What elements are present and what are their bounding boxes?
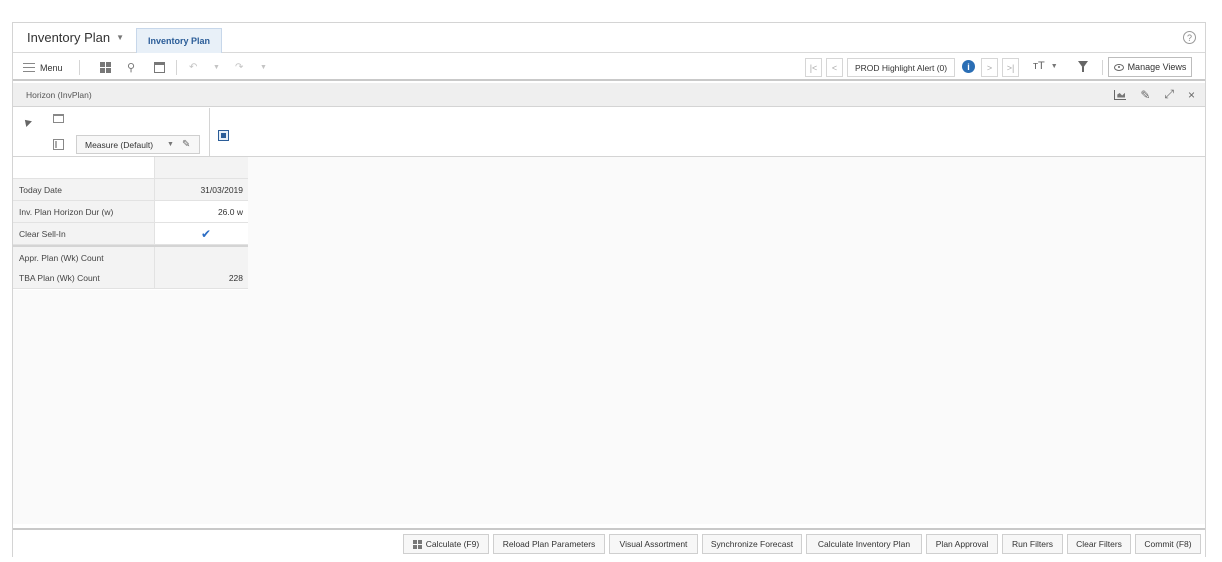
expand-icon[interactable]: ⤢ xyxy=(1164,87,1174,102)
undo-button[interactable]: ↶ xyxy=(189,59,197,76)
first-alert-button[interactable]: |< xyxy=(805,58,822,77)
row-label: Appr. Plan (Wk) Count xyxy=(13,247,155,269)
row-label: Inv. Plan Horizon Dur (w) xyxy=(13,201,155,223)
content-empty-area xyxy=(248,157,1205,524)
edit-pencil-icon[interactable]: ✎ xyxy=(1140,88,1150,102)
synchronize-forecast-button[interactable]: Synchronize Forecast xyxy=(702,534,802,554)
caret-down-icon: ▼ xyxy=(213,64,220,71)
next-alert-button[interactable]: > xyxy=(981,58,998,77)
caret-down-icon: ▼ xyxy=(260,64,267,71)
filter-icon[interactable] xyxy=(1078,61,1088,72)
cell-value[interactable]: 26.0 w xyxy=(155,201,248,223)
window-icon xyxy=(153,62,165,73)
pivot-header: Measure (Default) ▼ ✎ xyxy=(13,108,1205,157)
search-icon: ⚲ xyxy=(126,62,136,74)
data-grid: Today Date 31/03/2019 Inv. Plan Horizon … xyxy=(13,157,248,289)
content-empty-area-left xyxy=(13,290,248,524)
last-page-icon: >| xyxy=(1006,62,1015,73)
row-label: TBA Plan (Wk) Count xyxy=(13,267,155,289)
redo-button[interactable]: ↷ xyxy=(235,59,243,76)
caret-down-icon[interactable]: ▼ xyxy=(167,141,174,148)
calculate-icon xyxy=(412,539,422,549)
manage-views-label: Manage Views xyxy=(1127,62,1187,72)
undo-dropdown[interactable]: ▼ xyxy=(213,59,220,76)
toolbar: Menu ⚲ ↶ ▼ ↷ ▼ |< < PROD Highlight Alert… xyxy=(13,54,1205,81)
measure-dimension-tile[interactable]: Measure (Default) ▼ ✎ xyxy=(76,135,200,154)
toolbar-divider xyxy=(176,60,177,75)
prev-alert-button[interactable]: < xyxy=(826,58,843,77)
checkmark-icon: ✔ xyxy=(200,226,211,241)
cell-value: 228 xyxy=(155,267,248,289)
title-row: Inventory Plan ▼ Inventory Plan ? xyxy=(13,23,1205,53)
toolbar-divider xyxy=(79,60,80,75)
panel-header: Horizon (InvPlan) ✎ ⤢ × xyxy=(13,83,1205,107)
search-button[interactable]: ⚲ xyxy=(123,59,139,76)
first-page-icon: |< xyxy=(809,62,818,73)
text-size-icon: ᴛT xyxy=(1033,60,1045,72)
chart-icon[interactable] xyxy=(1114,89,1127,100)
tab-inventory-plan[interactable]: Inventory Plan xyxy=(136,28,222,53)
calculate-label: Calculate (F9) xyxy=(425,539,480,549)
window-button[interactable] xyxy=(151,59,167,76)
layout-grid-button[interactable] xyxy=(97,59,113,76)
edit-pencil-icon[interactable]: ✎ xyxy=(182,139,190,150)
cell-value: 31/03/2019 xyxy=(155,179,248,201)
table-row: Inv. Plan Horizon Dur (w) 26.0 w xyxy=(13,201,248,223)
measure-tile-label: Measure (Default) xyxy=(85,139,154,150)
grid-column-header xyxy=(155,157,248,179)
row-label: Today Date xyxy=(13,179,155,201)
calculate-button[interactable]: Calculate (F9) xyxy=(403,534,489,554)
text-size-button[interactable]: ᴛT ▼ xyxy=(1033,60,1058,72)
clear-sell-in-checkbox[interactable]: ✔ xyxy=(155,223,248,245)
chevron-left-icon: < xyxy=(831,62,838,73)
clear-filters-button[interactable]: Clear Filters xyxy=(1067,534,1131,554)
panel-tools: ✎ ⤢ × xyxy=(1114,87,1195,102)
help-circle-icon[interactable]: ? xyxy=(1183,31,1196,44)
eye-icon xyxy=(1113,63,1124,71)
plan-approval-button[interactable]: Plan Approval xyxy=(926,534,998,554)
collapse-triangle-icon[interactable] xyxy=(22,117,32,127)
manage-views-button[interactable]: Manage Views xyxy=(1108,57,1192,77)
close-icon[interactable]: × xyxy=(1188,88,1195,102)
workbook-title-dropdown[interactable]: Inventory Plan ▼ xyxy=(27,30,124,45)
caret-down-icon: ▼ xyxy=(116,33,125,42)
info-icon[interactable]: i xyxy=(962,60,975,73)
toolbar-divider xyxy=(1102,60,1103,75)
pivot-controls: Measure (Default) ▼ ✎ xyxy=(13,108,210,156)
cell-value xyxy=(155,247,248,269)
row-label: Clear Sell-In xyxy=(13,223,155,245)
run-filters-button[interactable]: Run Filters xyxy=(1002,534,1063,554)
redo-icon: ↷ xyxy=(235,62,244,73)
menu-label: Menu xyxy=(40,62,63,73)
workbook-title: Inventory Plan xyxy=(27,30,111,45)
pivot-table-icon[interactable] xyxy=(218,130,229,141)
caret-down-icon: ▼ xyxy=(1050,62,1058,70)
reload-plan-parameters-button[interactable]: Reload Plan Parameters xyxy=(493,534,605,554)
table-row: Clear Sell-In ✔ xyxy=(13,223,248,245)
undo-icon: ↶ xyxy=(189,62,198,73)
redo-dropdown[interactable]: ▼ xyxy=(260,59,267,76)
grid-corner-cell xyxy=(13,157,155,179)
last-alert-button[interactable]: >| xyxy=(1002,58,1019,77)
app-frame: Inventory Plan ▼ Inventory Plan ? Menu ⚲… xyxy=(12,22,1206,557)
table-row: TBA Plan (Wk) Count 228 xyxy=(13,267,248,289)
menu-icon xyxy=(23,63,35,72)
grid-icon xyxy=(99,62,111,73)
menu-button[interactable]: Menu xyxy=(23,59,63,76)
table-row: Appr. Plan (Wk) Count xyxy=(13,245,248,269)
row-dimension-icon[interactable] xyxy=(53,139,64,150)
visual-assortment-button[interactable]: Visual Assortment xyxy=(609,534,698,554)
table-row: Today Date 31/03/2019 xyxy=(13,179,248,201)
calendar-window-icon[interactable] xyxy=(53,114,64,123)
bottom-action-bar: Calculate (F9) Reload Plan Parameters Vi… xyxy=(13,528,1205,557)
commit-button[interactable]: Commit (F8) xyxy=(1135,534,1201,554)
chevron-right-icon: > xyxy=(986,62,993,73)
calculate-inventory-plan-button[interactable]: Calculate Inventory Plan xyxy=(806,534,922,554)
grid-header-row xyxy=(13,157,248,179)
panel-title: Horizon (InvPlan) xyxy=(26,90,92,100)
highlight-alert-selector[interactable]: PROD Highlight Alert (0) xyxy=(847,58,956,77)
